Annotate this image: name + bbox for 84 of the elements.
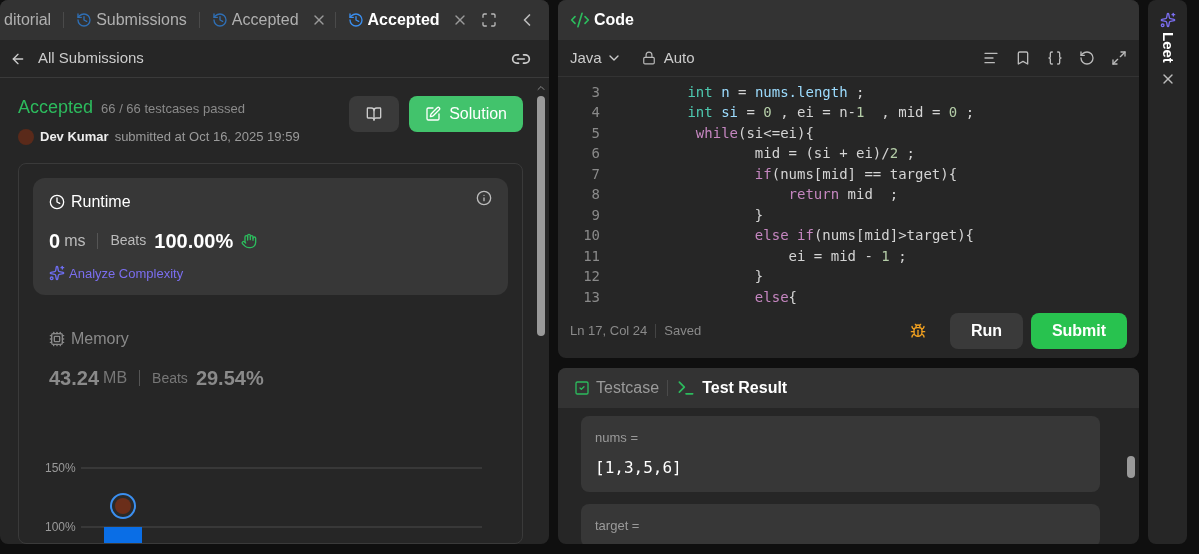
metric-value: 0: [49, 228, 61, 254]
sparkle-icon[interactable]: [1159, 12, 1176, 28]
rail-label[interactable]: Leet: [1156, 32, 1179, 63]
braces-icon[interactable]: [1047, 50, 1063, 66]
code-icon: [570, 10, 590, 30]
mode-label[interactable]: Auto: [663, 46, 695, 70]
clock-icon: [49, 193, 65, 210]
format-icon[interactable]: [983, 50, 999, 66]
user-name[interactable]: Dev Kumar: [40, 127, 109, 147]
panel-tab[interactable]: Accepted: [207, 4, 303, 36]
code-line: }: [753, 267, 764, 287]
metric-value: 43.24: [49, 366, 100, 391]
panel-title: Code: [594, 10, 634, 30]
axis-label: 150%: [45, 461, 76, 475]
panel-tab[interactable]: ditorial: [0, 4, 56, 36]
code-line: mid = (si + ei)/2 ;: [753, 144, 915, 164]
notes-button[interactable]: [349, 96, 400, 132]
metric-unit: MB: [103, 368, 128, 388]
axis-label: 100%: [45, 520, 76, 534]
input-label: target =: [595, 516, 641, 535]
line-number: 13: [582, 287, 600, 307]
code-line: }: [753, 205, 764, 225]
sparkle-icon: [49, 265, 65, 282]
metric-unit: ms: [64, 230, 86, 251]
fullscreen-icon[interactable]: [481, 12, 497, 28]
run-button[interactable]: Run: [950, 313, 1023, 349]
beats-percent: 29.54%: [195, 366, 264, 391]
user-avatar: [18, 128, 34, 145]
result-tab[interactable]: Testcase: [574, 376, 660, 400]
submitted-time: submitted at Oct 16, 2025 19:59: [114, 128, 300, 146]
scrollbar-thumb[interactable]: [1127, 456, 1135, 478]
history-icon: [347, 12, 364, 28]
input-label: nums =: [595, 429, 639, 447]
scrollbar-thumb[interactable]: [537, 96, 545, 336]
line-number: 9: [590, 205, 600, 225]
line-number: 4: [590, 103, 600, 123]
book-icon: [366, 106, 383, 122]
chip-icon: [49, 331, 65, 347]
code-line: int n = nums.length ;: [686, 82, 865, 102]
metric-card[interactable]: Runtime 0 ms Beats 100.00% Analyze Complexity: [33, 177, 508, 295]
chart-bar: [104, 527, 142, 543]
line-number: 11: [582, 246, 600, 266]
result-tab[interactable]: Test Result: [676, 376, 788, 400]
line-number: 7: [590, 164, 600, 184]
info-icon[interactable]: [476, 189, 492, 206]
code-line: int si = 0 , ei = n-1 , mid = 0 ;: [686, 103, 975, 123]
line-number: 8: [590, 185, 600, 205]
save-status: Saved: [664, 322, 702, 341]
line-number: 5: [590, 123, 600, 143]
input-value: [1,3,5,6]: [595, 456, 683, 479]
code-line: else{: [753, 287, 797, 307]
line-number: 3: [590, 82, 600, 102]
cursor-position: Ln 17, Col 24: [570, 322, 648, 341]
beats-label: Beats: [110, 231, 147, 250]
history-icon: [76, 12, 93, 28]
line-number: 6: [590, 144, 600, 164]
panel-tab[interactable]: Submissions: [72, 4, 191, 36]
expand-icon[interactable]: [1111, 50, 1127, 66]
metric-title: Runtime: [71, 191, 131, 212]
checkbox-icon: [574, 380, 590, 396]
panel-tab[interactable]: Accepted: [343, 4, 444, 36]
language-dropdown[interactable]: Java: [570, 46, 622, 70]
lock-icon: [641, 51, 656, 65]
code-line: else if(nums[mid]>target){: [753, 226, 975, 246]
line-number: 12: [582, 267, 600, 287]
reset-icon[interactable]: [1079, 50, 1095, 66]
history-icon: [211, 12, 228, 28]
beats-percent: 100.00%: [154, 228, 234, 254]
edit-icon: [425, 106, 442, 122]
testcases-text: 66 / 66 testcases passed: [101, 100, 245, 118]
code-line: while(si<=ei){: [694, 123, 814, 143]
line-number: 10: [582, 226, 600, 246]
code-line: if(nums[mid] == target){: [753, 164, 958, 184]
bug-icon[interactable]: [910, 323, 926, 339]
code-line: ei = mid - 1 ;: [787, 246, 907, 266]
status-text: Accepted: [18, 96, 94, 119]
beats-label: Beats: [152, 368, 188, 388]
bookmark-icon[interactable]: [1015, 50, 1031, 66]
avatar-marker: [110, 493, 136, 519]
all-submissions-link[interactable]: All Submissions: [38, 47, 144, 70]
metric-card[interactable]: Memory 43.24 MB Beats 29.54%: [33, 315, 508, 405]
metric-title: Memory: [71, 329, 129, 349]
code-line: return mid ;: [787, 185, 899, 205]
hand-icon: [241, 232, 258, 249]
